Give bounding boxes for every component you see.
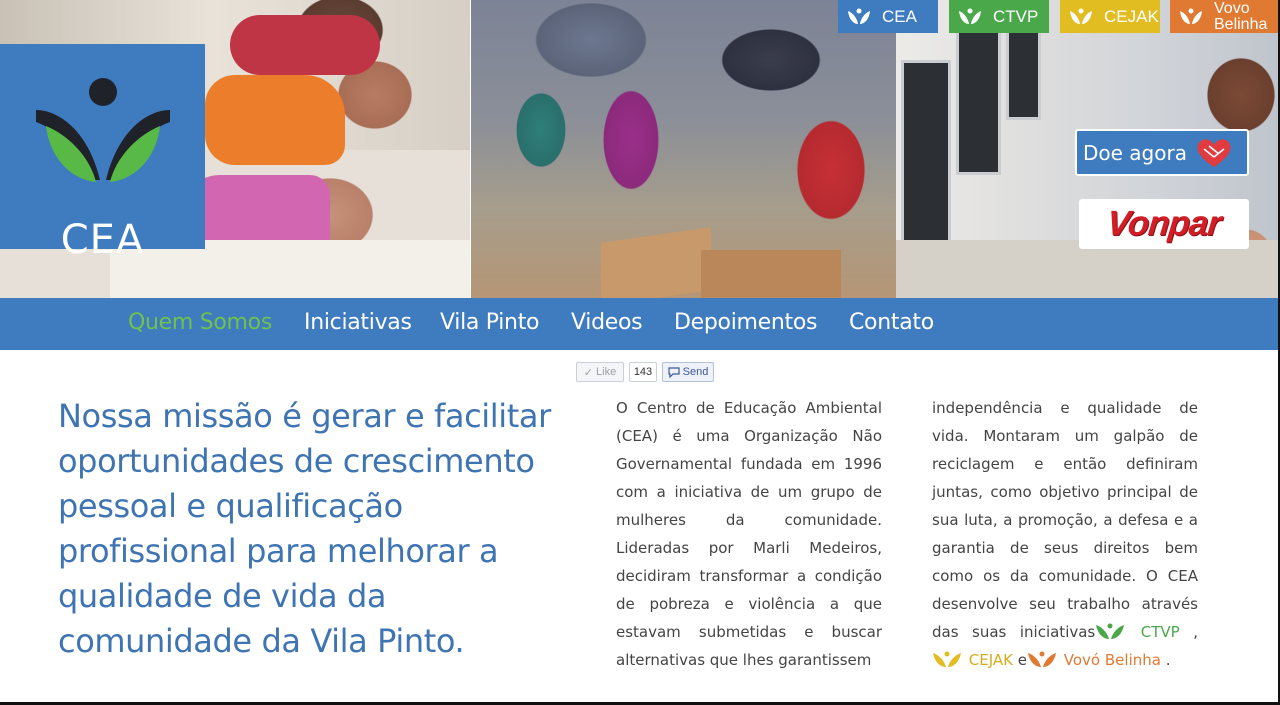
recycling-photo — [471, 0, 896, 298]
donate-label: Doe agora — [1083, 140, 1187, 165]
leaves-icon — [1096, 623, 1125, 639]
logo-text: CEA — [60, 217, 145, 263]
tab-ctvp[interactable]: CTVP — [949, 0, 1049, 33]
tab-label: CEJAK — [1104, 6, 1159, 26]
leaves-icon — [959, 8, 981, 24]
leaves-icon — [1028, 651, 1056, 667]
cea-leaves-icon — [36, 78, 170, 182]
nav-quem-somos[interactable]: Quem Somos — [128, 310, 272, 335]
tab-label: CTVP — [993, 6, 1039, 26]
donate-button[interactable]: Doe agora — [1075, 129, 1249, 176]
speech-bubble-icon — [668, 366, 680, 378]
main-nav: Quem Somos Iniciativas Vila Pinto Videos… — [0, 298, 1278, 350]
mission-statement: Nossa missão é gerar e facilitar oportun… — [58, 397, 551, 660]
link-ctvp[interactable]: CTVP — [1095, 623, 1180, 641]
nav-depoimentos[interactable]: Depoimentos — [674, 310, 817, 335]
tab-cea[interactable]: CEA — [838, 0, 938, 33]
link-vovo-belinha[interactable]: Vovó Belinha — [1027, 651, 1161, 669]
tab-cejak[interactable]: CEJAK — [1060, 0, 1160, 33]
leaves-icon — [1180, 8, 1202, 24]
facebook-send-button[interactable]: Send — [662, 362, 714, 382]
tab-vovo-belinha[interactable]: Vovo Belinha — [1170, 0, 1278, 33]
leaves-icon — [848, 8, 870, 24]
cea-logo[interactable]: CEA — [0, 44, 205, 260]
sponsor-label: Vonpar — [1105, 204, 1223, 243]
heart-hands-icon — [1197, 138, 1231, 167]
leaves-icon — [933, 651, 961, 667]
facebook-like-button[interactable]: ✓ Like — [576, 362, 624, 382]
page: CEA CEA CTVP CEJAK Vovo Belinha Doe agora… — [0, 0, 1280, 705]
check-icon: ✓ — [583, 366, 594, 379]
like-count: 143 — [629, 362, 657, 382]
link-cejak[interactable]: CEJAK — [932, 651, 1013, 669]
about-text-col2: independência e qualidade de vida. Monta… — [932, 399, 1198, 669]
leaves-icon — [1070, 8, 1092, 24]
nav-contato[interactable]: Contato — [849, 310, 934, 335]
tab-label: CEA — [882, 6, 917, 26]
nav-videos[interactable]: Videos — [571, 310, 643, 335]
nav-iniciativas[interactable]: Iniciativas — [304, 310, 412, 335]
about-text-col1: O Centro de Educação Ambiental (CEA) é u… — [616, 399, 882, 669]
tab-label: Vovo Belinha — [1214, 0, 1268, 33]
sponsor-vonpar-logo[interactable]: Vonpar — [1079, 199, 1249, 249]
nav-vila-pinto[interactable]: Vila Pinto — [440, 310, 540, 335]
